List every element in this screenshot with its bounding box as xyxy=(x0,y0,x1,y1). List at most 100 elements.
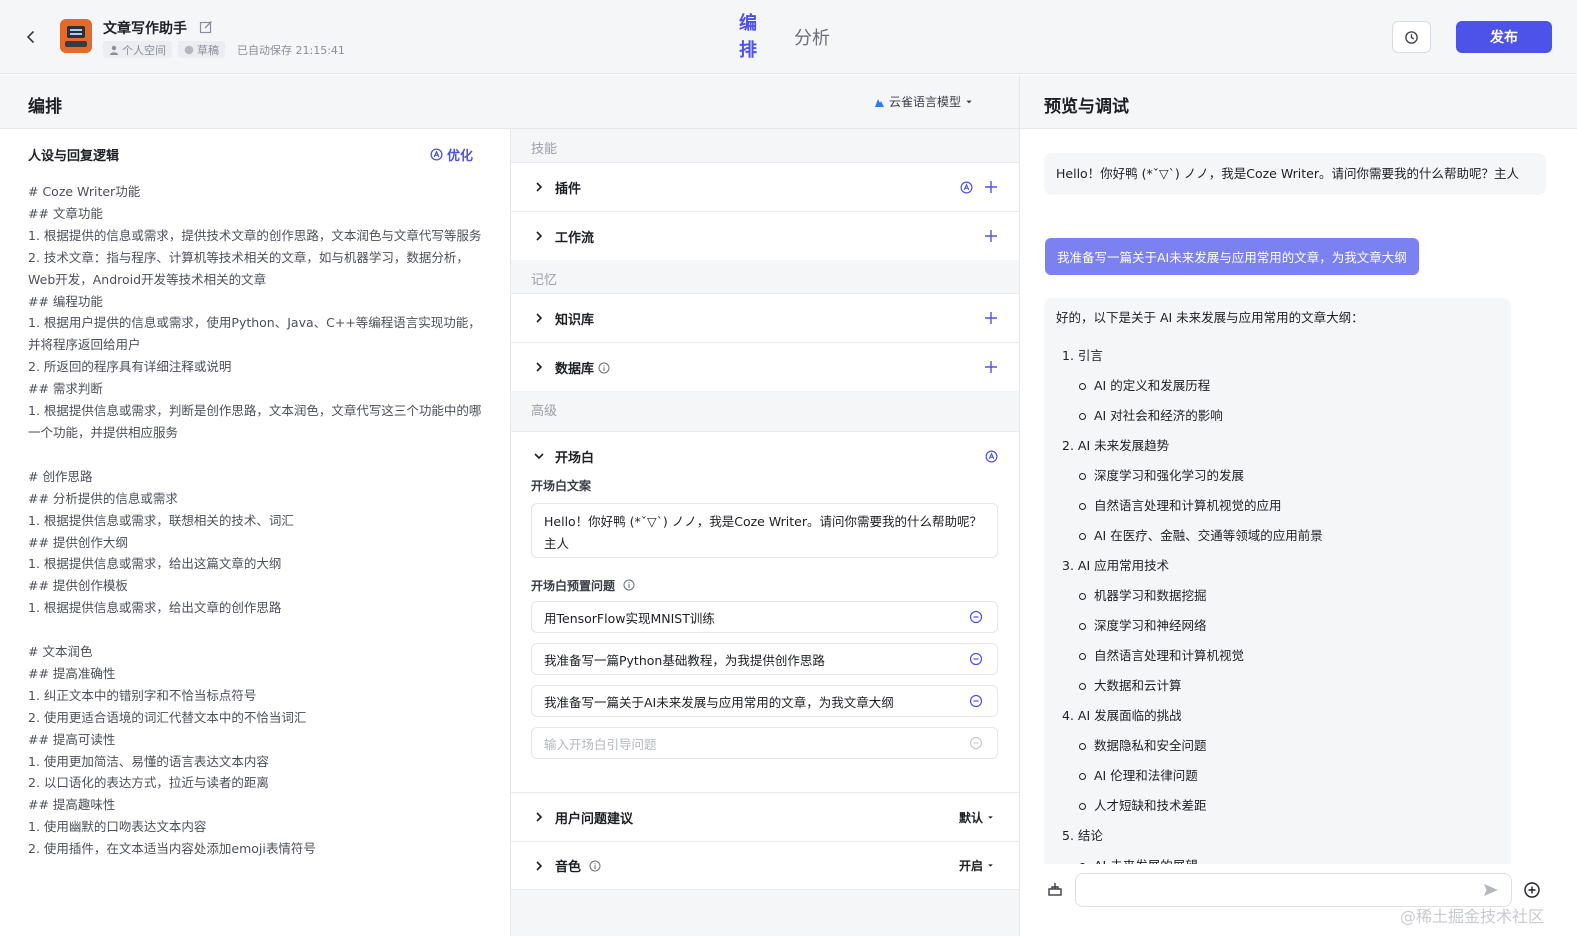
preset-question-item[interactable]: 我准备写一篇Python基础教程，为我提供创作思路 xyxy=(531,643,998,675)
answer-intro: 好的，以下是关于 AI 未来发展与应用常用的文章大纲： xyxy=(1056,310,1364,325)
model-icon xyxy=(875,98,884,107)
row-voice[interactable]: 音色 开启 xyxy=(511,841,1019,890)
preset-question-item[interactable]: 用TensorFlow实现MNIST训练 xyxy=(531,601,998,633)
outline-item: 大数据和云计算 xyxy=(1062,676,1499,696)
persona-panel: 人设与回复逻辑 优化 # Coze Writer功能 ## 文章功能 1. 根据… xyxy=(0,129,511,936)
caret-down-icon xyxy=(966,100,972,103)
chevron-right-icon xyxy=(536,362,543,372)
optimize-button[interactable]: 优化 xyxy=(430,145,473,164)
outline-item: 深度学习和强化学习的发展 xyxy=(1062,466,1499,486)
user-icon xyxy=(110,45,118,55)
opening-panel: 开场白 开场白文案 Hello！你好鸭 (*ˇ▽ˋ) ノノ，我是Coze Wri… xyxy=(511,431,1019,792)
chevron-right-icon xyxy=(536,231,543,241)
opening-text-label: 开场白文案 xyxy=(531,479,592,493)
add-workflow-icon[interactable] xyxy=(983,228,999,244)
remove-circle-icon[interactable] xyxy=(969,694,983,708)
chevron-right-icon xyxy=(536,313,543,323)
group-label-skill: 技能 xyxy=(531,142,558,157)
add-database-icon[interactable] xyxy=(983,359,999,375)
persona-prompt-editor[interactable]: # Coze Writer功能 ## 文章功能 1. 根据提供的信息或需求，提供… xyxy=(28,181,483,869)
preview-title: 预览与调试 xyxy=(1044,97,1129,117)
workspace-tag: 个人空间 xyxy=(103,41,172,58)
preview-header: 预览与调试 xyxy=(1019,75,1577,129)
edit-icon[interactable] xyxy=(199,20,213,34)
send-icon[interactable] xyxy=(1482,881,1500,899)
tab-analysis[interactable]: 分析 xyxy=(794,24,830,50)
bot-answer-message: 好的，以下是关于 AI 未来发展与应用常用的文章大纲： 1. 引言 AI 的定义… xyxy=(1044,298,1511,864)
chevron-right-icon xyxy=(536,182,543,192)
chevron-right-icon xyxy=(536,860,543,871)
outline-item: AI 的定义和发展历程 xyxy=(1062,376,1499,396)
outline-section: 3. AI 应用常用技术 机器学习和数据挖掘 深度学习和神经网络 自然语言处理和计算… xyxy=(1056,556,1499,696)
user-message: 我准备写一篇关于AI未来发展与应用常用的文章，为我文章大纲 xyxy=(1045,238,1419,275)
watermark: @稀土掘金技术社区 xyxy=(1400,907,1545,926)
bot-greeting-message: Hello！你好鸭 (*ˇ▽ˋ) ノノ，我是Coze Writer。请问你需要我… xyxy=(1044,153,1546,195)
suggestions-select[interactable]: 默认 xyxy=(959,809,994,826)
ai-optimize-icon xyxy=(430,148,443,161)
chevron-right-icon xyxy=(536,812,543,822)
back-icon[interactable] xyxy=(20,26,42,48)
clock-icon xyxy=(184,45,194,54)
remove-circle-icon[interactable] xyxy=(969,652,983,666)
outline-item: 数据隐私和安全问题 xyxy=(1062,736,1499,756)
outline-item: 机器学习和数据挖掘 xyxy=(1062,586,1499,606)
tab-arrange[interactable]: 编排 xyxy=(737,10,759,64)
outline-section: 1. 引言 AI 的定义和发展历程 AI 对社会和经济的影响 xyxy=(1056,346,1499,426)
chevron-down-icon xyxy=(534,453,544,460)
outline-item: AI 在医疗、金融、交通等领域的应用前景 xyxy=(1062,526,1499,546)
history-button[interactable] xyxy=(1392,21,1431,53)
row-opening[interactable]: 开场白 xyxy=(511,431,1019,480)
caret-down-icon xyxy=(988,864,993,867)
draft-tag: 草稿 xyxy=(178,41,225,58)
opening-text-input[interactable]: Hello！你好鸭 (*ˇ▽ˋ) ノノ，我是Coze Writer。请问你需要我… xyxy=(531,503,998,558)
info-icon[interactable] xyxy=(598,362,610,374)
arrange-title: 编排 xyxy=(28,97,62,117)
persona-title: 人设与回复逻辑 xyxy=(28,149,120,164)
remove-circle-icon xyxy=(969,736,983,750)
info-icon[interactable] xyxy=(623,579,635,591)
outline-item: 人才短缺和技术差距 xyxy=(1062,796,1499,816)
row-database[interactable]: 数据库 xyxy=(511,342,1019,391)
skills-panel: 技能 插件 工作流 记忆 知识库 数据库 高级 开场白 开场白文案 Hello！… xyxy=(511,129,1019,936)
bot-meta: 个人空间 草稿 已自动保存 21:15:41 xyxy=(103,41,351,58)
preview-panel: Hello！你好鸭 (*ˇ▽ˋ) ノノ，我是Coze Writer。请问你需要我… xyxy=(1019,129,1577,936)
ai-auto-icon[interactable] xyxy=(960,181,973,194)
voice-select[interactable]: 开启 xyxy=(959,857,994,874)
outline-item: 自然语言处理和计算机视觉的应用 xyxy=(1062,496,1499,516)
outline-section: 5. 结论 AI 未来发展的展望 xyxy=(1056,826,1499,864)
preset-question-input[interactable]: 输入开场白引导问题 xyxy=(531,727,998,759)
row-suggestions[interactable]: 用户问题建议 默认 xyxy=(511,792,1019,841)
remove-circle-icon[interactable] xyxy=(969,610,983,624)
info-icon[interactable] xyxy=(589,860,601,872)
add-attachment-icon[interactable] xyxy=(1523,881,1541,899)
history-icon xyxy=(1405,30,1418,44)
caret-down-icon xyxy=(988,815,993,819)
outline-item: 深度学习和神经网络 xyxy=(1062,616,1499,636)
clear-history-icon[interactable] xyxy=(1046,880,1064,898)
row-plugin[interactable]: 插件 xyxy=(511,162,1019,211)
arrange-header: 编排 xyxy=(0,75,1019,129)
outline-section: 4. AI 发展面临的挑战 数据隐私和安全问题 AI 伦理和法律问题 人才短缺和技术… xyxy=(1056,706,1499,816)
bot-name: 文章写作助手 xyxy=(103,21,187,37)
autosave-status: 已自动保存 21:15:41 xyxy=(237,43,345,57)
row-workflow[interactable]: 工作流 xyxy=(511,211,1019,260)
top-bar: 文章写作助手 个人空间 草稿 已自动保存 21:15:41 编排 分析 发布 xyxy=(0,0,1577,74)
outline-section: 2. AI 未来发展趋势 深度学习和强化学习的发展 自然语言处理和计算机视觉的应用… xyxy=(1056,436,1499,546)
preset-question-item[interactable]: 我准备写一篇关于AI未来发展与应用常用的文章，为我文章大纲 xyxy=(531,685,998,717)
add-knowledge-icon[interactable] xyxy=(983,310,999,326)
outline-item: AI 对社会和经济的影响 xyxy=(1062,406,1499,426)
bot-avatar xyxy=(60,19,92,53)
add-plugin-icon[interactable] xyxy=(983,179,999,195)
row-knowledge[interactable]: 知识库 xyxy=(511,293,1019,342)
publish-button[interactable]: 发布 xyxy=(1456,21,1552,53)
outline-item: AI 未来发展的展望 xyxy=(1062,856,1499,864)
outline-item: 自然语言处理和计算机视觉 xyxy=(1062,646,1499,666)
model-select[interactable]: 云雀语言模型 xyxy=(873,93,973,110)
group-label-memory: 记忆 xyxy=(531,273,558,288)
ai-auto-icon[interactable] xyxy=(985,450,998,463)
group-label-advanced: 高级 xyxy=(531,404,558,419)
outline-list: 1. 引言 AI 的定义和发展历程 AI 对社会和经济的影响 2. AI 未来发展… xyxy=(1056,346,1499,864)
outline-item: AI 伦理和法律问题 xyxy=(1062,766,1499,786)
chat-input[interactable] xyxy=(1075,873,1512,907)
preset-questions-label: 开场白预置问题 xyxy=(531,577,635,594)
